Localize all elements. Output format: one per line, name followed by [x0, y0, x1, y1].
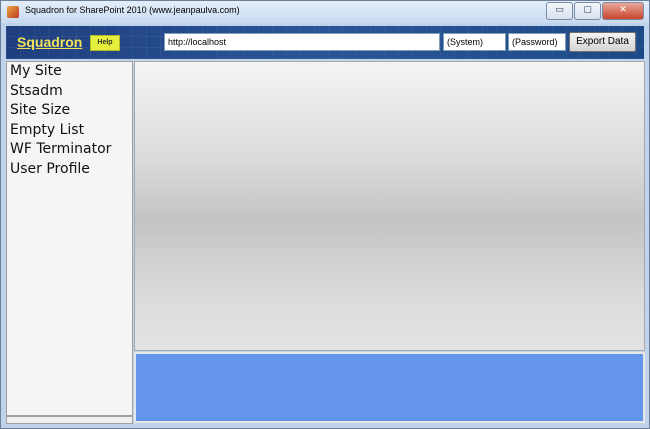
maximize-button[interactable]: ▢: [574, 2, 601, 20]
header-bar: Squadron Help http://localhost (System) …: [6, 26, 644, 59]
logo-link[interactable]: Squadron: [17, 34, 82, 50]
sidebar-item-site-size[interactable]: Site Size: [7, 101, 132, 121]
minimize-icon: ▭: [555, 5, 564, 15]
window-title: Squadron for SharePoint 2010 (www.jeanpa…: [25, 5, 240, 15]
bottom-output-panel: [134, 352, 645, 423]
sidebar-item-stsadm[interactable]: Stsadm: [7, 82, 132, 102]
minimize-button[interactable]: ▭: [546, 2, 573, 20]
maximize-icon: ▢: [583, 5, 592, 15]
sidebar-item-my-site[interactable]: My Site: [7, 62, 132, 82]
username-input[interactable]: (System): [443, 33, 506, 51]
sidebar-item-user-profile[interactable]: User Profile: [7, 160, 132, 180]
password-input[interactable]: (Password): [508, 33, 566, 51]
url-input[interactable]: http://localhost: [164, 33, 440, 51]
app-window: Squadron for SharePoint 2010 (www.jeanpa…: [0, 0, 650, 429]
sidebar-scrollbar[interactable]: [6, 416, 133, 424]
sidebar-item-wf-terminator[interactable]: WF Terminator: [7, 140, 132, 160]
sidebar-item-empty-list[interactable]: Empty List: [7, 121, 132, 141]
close-icon: ✕: [619, 5, 627, 15]
sidebar-menu: My Site Stsadm Site Size Empty List WF T…: [6, 61, 133, 416]
title-bar[interactable]: Squadron for SharePoint 2010 (www.jeanpa…: [1, 1, 649, 23]
app-icon: [7, 6, 19, 18]
main-content-panel: [134, 61, 645, 351]
help-button[interactable]: Help: [90, 35, 120, 51]
close-button[interactable]: ✕: [602, 2, 644, 20]
window-controls: ▭ ▢ ✕: [545, 2, 644, 20]
export-data-button[interactable]: Export Data: [569, 32, 636, 52]
